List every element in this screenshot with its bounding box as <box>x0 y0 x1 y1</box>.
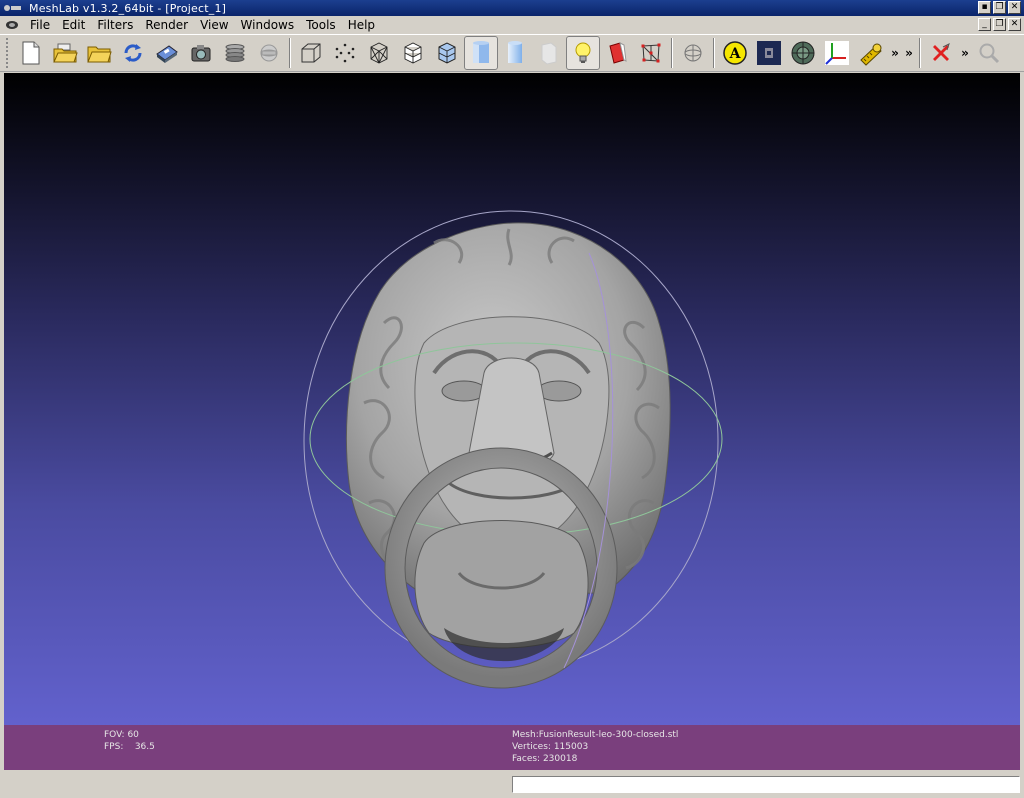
toolbar-overflow-button-3[interactable]: » <box>958 46 972 60</box>
annotation-icon[interactable]: A <box>718 36 752 70</box>
menu-help[interactable]: Help <box>342 18 381 32</box>
3d-viewport[interactable] <box>4 73 1020 770</box>
light-bulb-icon[interactable] <box>566 36 600 70</box>
select-vertices-icon[interactable] <box>634 36 668 70</box>
menu-file[interactable]: File <box>24 18 56 32</box>
lion-jaw <box>414 520 589 649</box>
mdi-restore-button[interactable]: ❐ <box>993 18 1006 31</box>
window-title-bar[interactable]: MeshLab v1.3.2_64bit - [Project_1] ▪ ❐ ✕ <box>0 0 1024 16</box>
mdi-minimize-button[interactable]: _ <box>978 18 991 31</box>
mdi-close-button[interactable]: ✕ <box>1008 18 1021 31</box>
save-icon[interactable] <box>150 36 184 70</box>
texture-parametrization-icon[interactable] <box>786 36 820 70</box>
mesh-name: FusionResult-leo-300-closed.stl <box>538 730 679 740</box>
fps-value: 36.5 <box>134 742 155 752</box>
points-icon[interactable] <box>328 36 362 70</box>
new-document-icon[interactable] <box>14 36 48 70</box>
vertices-value: 115003 <box>553 742 589 752</box>
vertices-label: Vertices: <box>512 742 551 752</box>
open-project-icon[interactable] <box>48 36 82 70</box>
svg-text:A: A <box>729 46 742 62</box>
fov-value: 60 <box>127 730 139 740</box>
window-title: MeshLab v1.3.2_64bit - [Project_1] <box>29 1 227 15</box>
raster-icon[interactable] <box>252 36 286 70</box>
snapshot-camera-icon[interactable] <box>184 36 218 70</box>
menu-tools[interactable]: Tools <box>300 18 342 32</box>
axes-icon[interactable] <box>820 36 854 70</box>
wireframe-icon[interactable] <box>362 36 396 70</box>
measure-tool-icon[interactable] <box>854 36 888 70</box>
restore-button[interactable]: ❐ <box>993 1 1006 14</box>
status-message <box>512 776 1020 793</box>
toolbar-overflow-button[interactable]: » <box>888 46 902 60</box>
texture-icon[interactable] <box>532 36 566 70</box>
minimize-button[interactable]: ▪ <box>978 1 991 14</box>
fps-label: FPS: <box>104 742 124 752</box>
menu-windows[interactable]: Windows <box>235 18 301 32</box>
menu-filters[interactable]: Filters <box>91 18 139 32</box>
bounding-box-icon[interactable] <box>294 36 328 70</box>
toolbar-separator <box>671 38 673 68</box>
close-button[interactable]: ✕ <box>1008 1 1021 14</box>
shader-icon[interactable] <box>752 36 786 70</box>
mesh-render[interactable] <box>4 73 1020 770</box>
menu-view[interactable]: View <box>194 18 234 32</box>
trackball-icon[interactable] <box>676 36 710 70</box>
menu-edit[interactable]: Edit <box>56 18 91 32</box>
reload-icon[interactable] <box>116 36 150 70</box>
toolbar-separator <box>713 38 715 68</box>
faces-value: 230018 <box>542 754 578 764</box>
menu-render[interactable]: Render <box>139 18 194 32</box>
hidden-lines-icon[interactable] <box>396 36 430 70</box>
smooth-shading-icon[interactable] <box>498 36 532 70</box>
fov-label: FOV: <box>104 730 125 740</box>
info-panel: FOV: 60 FPS: 36.5 Mesh: FusionResult-leo-… <box>4 725 1020 770</box>
mesh-label: Mesh: <box>512 730 539 740</box>
import-mesh-icon[interactable] <box>82 36 116 70</box>
faces-label: Faces: <box>512 754 541 764</box>
double-side-lighting-icon[interactable] <box>600 36 634 70</box>
flat-shading-icon[interactable] <box>464 36 498 70</box>
toolbar-separator <box>289 38 291 68</box>
meshlab-app-icon[interactable] <box>3 1 25 15</box>
layers-icon[interactable] <box>218 36 252 70</box>
document-menu-icon[interactable] <box>4 18 20 32</box>
status-bar <box>0 772 1024 798</box>
flat-lines-icon[interactable] <box>430 36 464 70</box>
toolbar-overflow-button-2[interactable]: » <box>902 46 916 60</box>
menu-bar: File Edit Filters Render View Windows To… <box>0 16 1024 34</box>
delete-selection-icon[interactable] <box>924 36 958 70</box>
toolbar-grip[interactable] <box>6 38 10 68</box>
zoom-icon[interactable] <box>972 36 1006 70</box>
main-toolbar: A » » » <box>0 34 1024 72</box>
toolbar-separator <box>919 38 921 68</box>
